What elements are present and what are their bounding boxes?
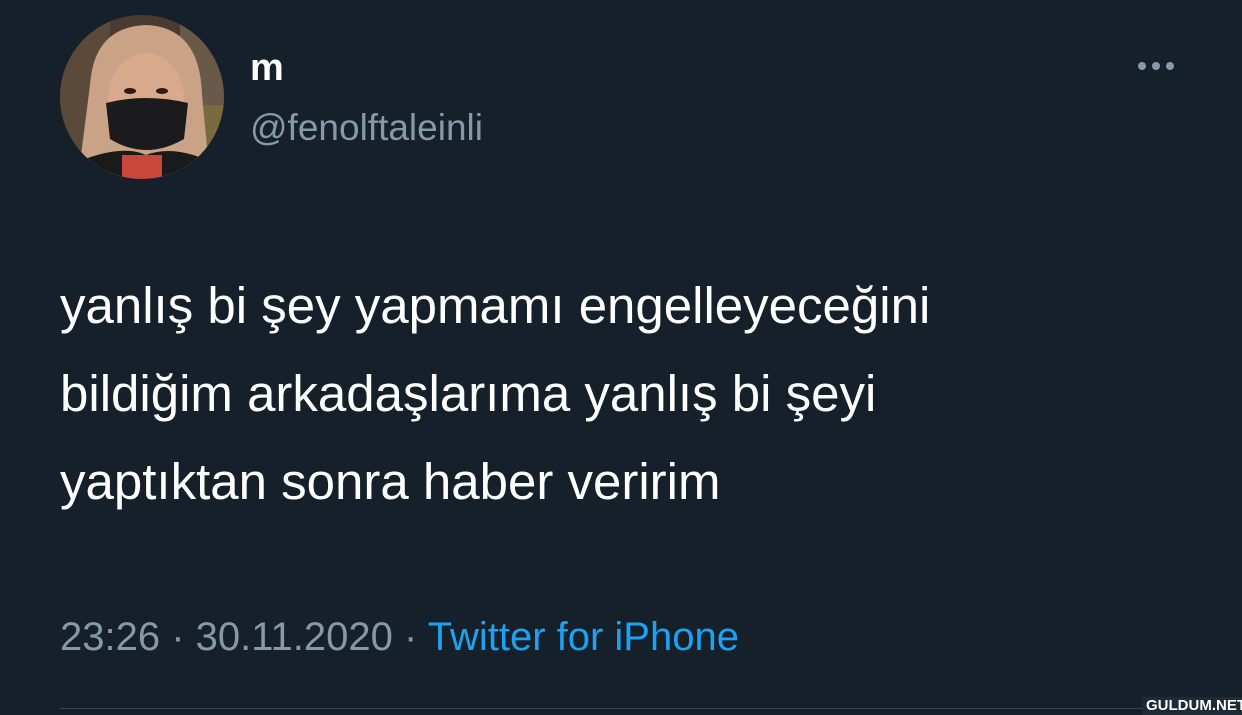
tweet-text: yanlış bi şey yapmamı engelleyeceğini bi… xyxy=(60,262,1190,526)
tweet-text-line: bildiğim arkadaşlarıma yanlış bi şeyi xyxy=(60,365,877,422)
meta-separator: · xyxy=(392,615,428,659)
more-horizontal-icon xyxy=(1138,62,1146,70)
tweet-time[interactable]: 23:26 xyxy=(60,615,160,659)
avatar-image xyxy=(60,15,224,179)
tweet-source-link[interactable]: Twitter for iPhone xyxy=(428,615,739,659)
site-watermark: GULDUM.NET xyxy=(1142,697,1242,715)
tweet-text-line: yanlış bi şey yapmamı engelleyeceğini xyxy=(60,277,931,334)
more-horizontal-icon-dot xyxy=(1152,62,1160,70)
more-options-button[interactable] xyxy=(1128,48,1184,84)
more-horizontal-icon-dot xyxy=(1166,62,1174,70)
tweet-card: m @fenolftaleinli yanlış bi şey yapmamı … xyxy=(0,0,1242,715)
tweet-metadata: 23:26 · 30.11.2020 · Twitter for iPhone xyxy=(60,610,739,664)
meta-separator: · xyxy=(160,615,196,659)
divider xyxy=(60,708,1242,709)
tweet-date[interactable]: 30.11.2020 xyxy=(196,615,393,659)
user-handle[interactable]: @fenolftaleinli xyxy=(250,104,483,152)
display-name[interactable]: m xyxy=(250,44,284,92)
tweet-text-line: yaptıktan sonra haber veririm xyxy=(60,453,721,510)
avatar[interactable] xyxy=(60,15,224,179)
